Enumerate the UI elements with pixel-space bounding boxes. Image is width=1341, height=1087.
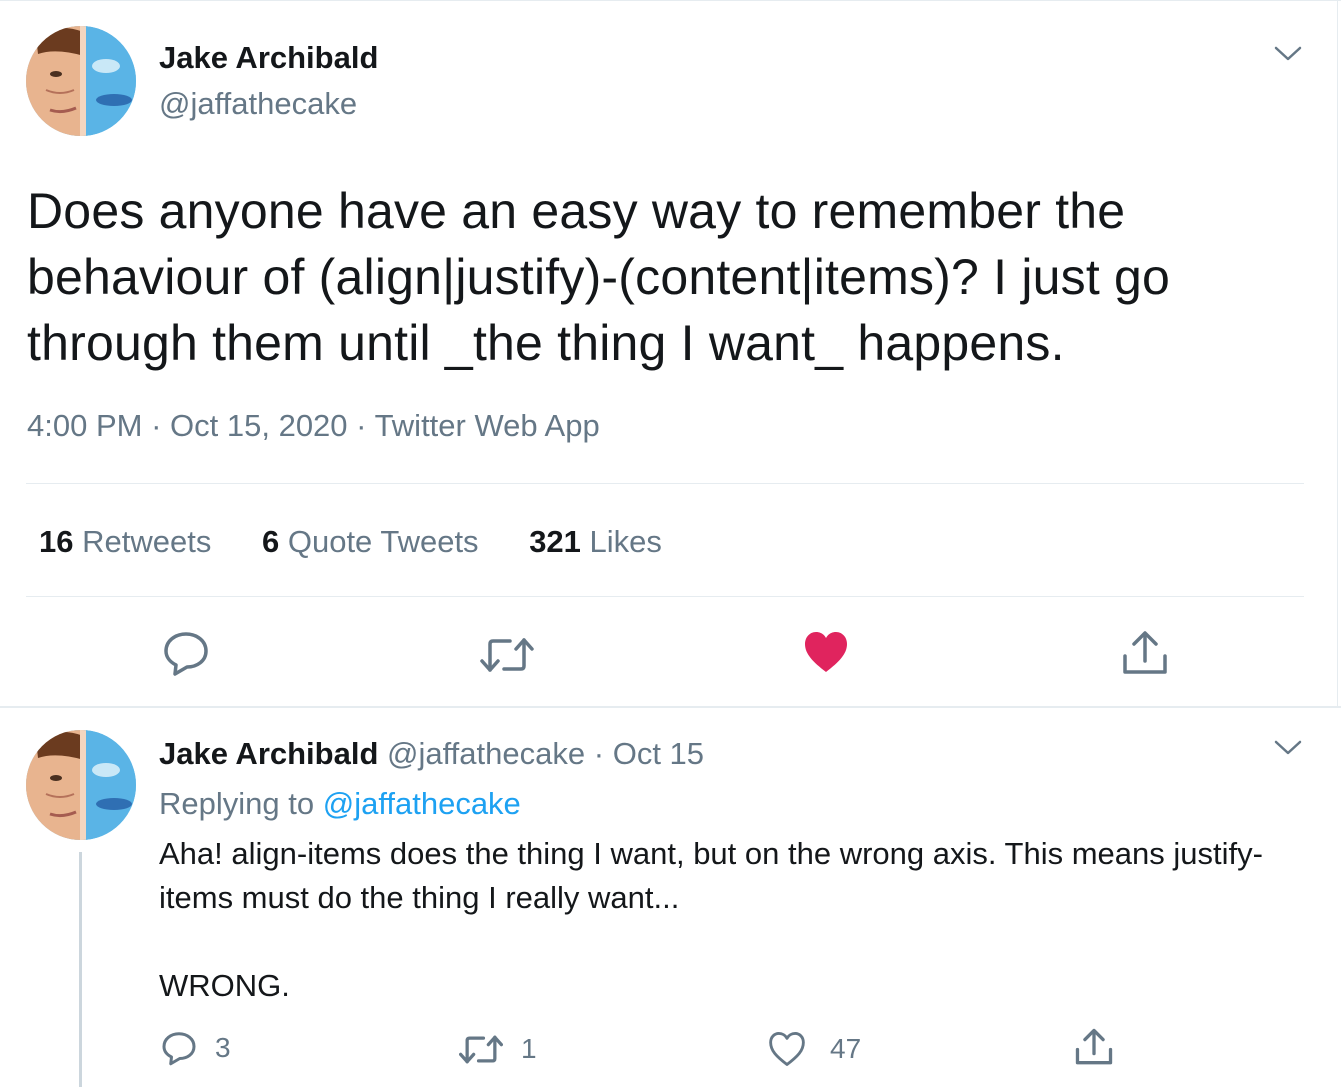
reply-avatar[interactable]	[26, 730, 136, 840]
divider	[26, 596, 1304, 597]
reply-text: Aha! align-items does the thing I want, …	[159, 836, 1263, 1003]
retweets-stat[interactable]: 16 Retweets	[39, 524, 211, 560]
replying-prefix: Replying to	[159, 786, 315, 821]
meta-separator: ·	[151, 408, 162, 443]
reply-separator: ·	[593, 736, 605, 771]
avatar-image	[26, 26, 136, 136]
retweets-label: Retweets	[82, 524, 212, 559]
chevron-down-icon[interactable]	[1273, 738, 1303, 758]
reply-like-button[interactable]: 47	[768, 1031, 861, 1067]
quotes-label: Quote Tweets	[287, 524, 479, 559]
reply-icon	[164, 632, 208, 676]
tweet-meta: 4:00 PM · Oct 15, 2020 · Twitter Web App	[27, 408, 600, 444]
reply-author-name[interactable]: Jake Archibald	[159, 736, 378, 771]
share-icon	[1075, 1028, 1113, 1065]
reply-share-button[interactable]	[1075, 1028, 1113, 1066]
replying-to-link[interactable]: @jaffathecake	[323, 786, 521, 821]
share-icon	[1123, 631, 1167, 674]
retweet-icon	[459, 1035, 503, 1063]
heart-icon	[769, 1032, 805, 1066]
quotes-stat[interactable]: 6 Quote Tweets	[262, 524, 479, 560]
tweet-separator	[0, 706, 1341, 708]
retweets-count: 16	[39, 524, 74, 559]
avatar[interactable]	[26, 26, 136, 136]
tweet-date[interactable]: Oct 15, 2020	[170, 408, 348, 443]
retweet-icon	[480, 638, 534, 672]
reply-date[interactable]: Oct 15	[613, 736, 704, 771]
meta-separator: ·	[356, 408, 367, 443]
retweet-count: 1	[521, 1033, 537, 1064]
divider	[26, 483, 1304, 484]
reply-header: Jake Archibald @jaffathecake · Oct 15	[159, 736, 704, 772]
tweet-time[interactable]: 4:00 PM	[27, 408, 142, 443]
retweet-button[interactable]	[480, 636, 534, 674]
author-name[interactable]: Jake Archibald	[159, 40, 378, 76]
tweet-stats: 16 Retweets 6 Quote Tweets 321 Likes	[39, 524, 704, 560]
like-button[interactable]	[803, 630, 849, 674]
frame-top-border	[0, 0, 1341, 5]
author-handle[interactable]: @jaffathecake	[159, 86, 357, 122]
heart-icon	[805, 632, 847, 672]
replying-to: Replying to @jaffathecake	[159, 786, 521, 822]
reply-button[interactable]	[162, 630, 210, 676]
quotes-count: 6	[261, 524, 280, 559]
share-button[interactable]	[1122, 630, 1168, 676]
reply-author-handle[interactable]: @jaffathecake	[387, 736, 585, 771]
reply-reply-button[interactable]: 3	[161, 1030, 231, 1066]
frame-right-border	[1337, 0, 1338, 708]
like-count: 47	[830, 1033, 862, 1064]
reply-count: 3	[215, 1032, 231, 1063]
chevron-down-icon[interactable]	[1273, 44, 1303, 64]
reply-icon	[162, 1032, 196, 1066]
reply-retweet-button[interactable]: 1	[459, 1033, 537, 1065]
likes-count: 321	[529, 524, 581, 559]
tweet-source[interactable]: Twitter Web App	[375, 408, 600, 443]
likes-label: Likes	[589, 524, 662, 559]
tweet-text: Does anyone have an easy way to remember…	[27, 183, 1171, 371]
thread-line	[79, 852, 82, 1087]
avatar-image	[26, 730, 136, 840]
likes-stat[interactable]: 321 Likes	[529, 524, 662, 560]
